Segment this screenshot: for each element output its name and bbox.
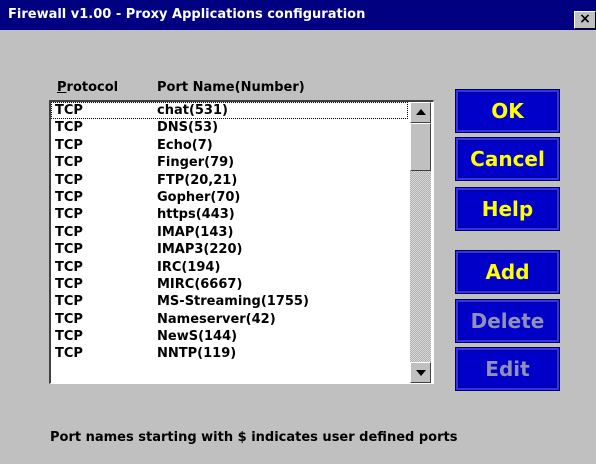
port-name-cell: MS-Streaming(1755) bbox=[157, 294, 309, 310]
protocol-cell: TCP bbox=[55, 137, 83, 153]
title-bar[interactable]: Firewall v1.00 - Proxy Applications conf… bbox=[0, 0, 596, 30]
port-name-cell: Gopher(70) bbox=[157, 189, 241, 205]
port-name-cell: IRC(194) bbox=[157, 259, 221, 275]
port-name-cell: Finger(79) bbox=[157, 155, 235, 171]
port-name-cell: DNS(53) bbox=[157, 120, 219, 136]
list-item[interactable]: TCP chat(531) bbox=[51, 102, 408, 120]
window-title: Firewall v1.00 - Proxy Applications conf… bbox=[8, 7, 366, 22]
list-rows: TCP chat(531) TCP DNS(53) TCP Echo(7) TCP Finge… bbox=[51, 102, 408, 383]
ok-button[interactable]: OK bbox=[456, 90, 559, 132]
arrow-up-icon bbox=[416, 109, 426, 115]
protocol-cell: TCP bbox=[55, 103, 83, 118]
port-name-cell: https(443) bbox=[157, 207, 235, 223]
close-button[interactable]: × bbox=[574, 11, 596, 29]
list-item[interactable]: TCP MS-Streaming(1755) bbox=[51, 293, 408, 310]
proxy-config-dialog: Firewall v1.00 - Proxy Applications conf… bbox=[0, 0, 596, 464]
protocol-cell: TCP bbox=[55, 224, 83, 240]
close-icon: × bbox=[579, 11, 591, 27]
list-item[interactable]: TCP IMAP(143) bbox=[51, 224, 408, 241]
list-item[interactable]: TCP Echo(7) bbox=[51, 137, 408, 154]
protocol-cell: TCP bbox=[55, 294, 83, 310]
protocol-cell: TCP bbox=[55, 207, 83, 223]
protocol-cell: TCP bbox=[55, 120, 83, 136]
scroll-up-button[interactable] bbox=[410, 102, 431, 123]
protocol-cell: TCP bbox=[55, 346, 83, 362]
protocol-cell: TCP bbox=[55, 311, 83, 327]
cancel-button[interactable]: Cancel bbox=[456, 138, 559, 180]
protocol-cell: TCP bbox=[55, 276, 83, 292]
list-item[interactable]: TCP NNTP(119) bbox=[51, 345, 408, 362]
port-name-cell: NewS(144) bbox=[157, 329, 238, 345]
list-item[interactable]: TCP DNS(53) bbox=[51, 119, 408, 136]
add-button[interactable]: Add bbox=[456, 251, 559, 293]
proxy-applications-list[interactable]: TCP chat(531) TCP DNS(53) TCP Echo(7) TCP Finge… bbox=[49, 100, 434, 384]
port-name-cell: NNTP(119) bbox=[157, 346, 237, 362]
protocol-cell: TCP bbox=[55, 242, 83, 258]
list-item[interactable]: TCP Nameserver(42) bbox=[51, 311, 408, 328]
protocol-cell: TCP bbox=[55, 172, 83, 188]
list-item[interactable]: TCP IRC(194) bbox=[51, 259, 408, 276]
scroll-thumb[interactable] bbox=[410, 123, 431, 171]
port-name-cell: MIRC(6667) bbox=[157, 276, 243, 292]
protocol-cell: TCP bbox=[55, 155, 83, 171]
list-item[interactable]: TCP FTP(20,21) bbox=[51, 172, 408, 189]
port-name-cell: Nameserver(42) bbox=[157, 311, 276, 327]
protocol-cell: TCP bbox=[55, 329, 83, 345]
list-item[interactable]: TCP Finger(79) bbox=[51, 154, 408, 171]
list-item[interactable]: TCP MIRC(6667) bbox=[51, 276, 408, 293]
list-item[interactable]: TCP NewS(144) bbox=[51, 328, 408, 345]
delete-button[interactable]: Delete bbox=[456, 300, 559, 342]
port-name-cell: IMAP3(220) bbox=[157, 242, 243, 258]
list-item[interactable]: TCP https(443) bbox=[51, 206, 408, 223]
list-item[interactable]: TCP IMAP3(220) bbox=[51, 241, 408, 258]
arrow-down-icon bbox=[416, 370, 426, 376]
help-button[interactable]: Help bbox=[456, 188, 559, 230]
column-header-protocol: Protocol bbox=[57, 80, 118, 95]
footer-note: Port names starting with $ indicates use… bbox=[50, 430, 458, 445]
port-name-cell: chat(531) bbox=[157, 103, 228, 118]
protocol-cell: TCP bbox=[55, 189, 83, 205]
column-header-port-name: Port Name(Number) bbox=[157, 80, 305, 95]
port-name-cell: IMAP(143) bbox=[157, 224, 234, 240]
list-item[interactable]: TCP Gopher(70) bbox=[51, 189, 408, 206]
protocol-header-rest: rotocol bbox=[66, 80, 119, 95]
protocol-mnemonic: P bbox=[57, 80, 67, 95]
port-name-cell: Echo(7) bbox=[157, 137, 213, 153]
scroll-down-button[interactable] bbox=[410, 362, 431, 383]
port-name-cell: FTP(20,21) bbox=[157, 172, 238, 188]
protocol-cell: TCP bbox=[55, 259, 83, 275]
edit-button[interactable]: Edit bbox=[456, 348, 559, 390]
vertical-scrollbar[interactable] bbox=[410, 102, 431, 383]
